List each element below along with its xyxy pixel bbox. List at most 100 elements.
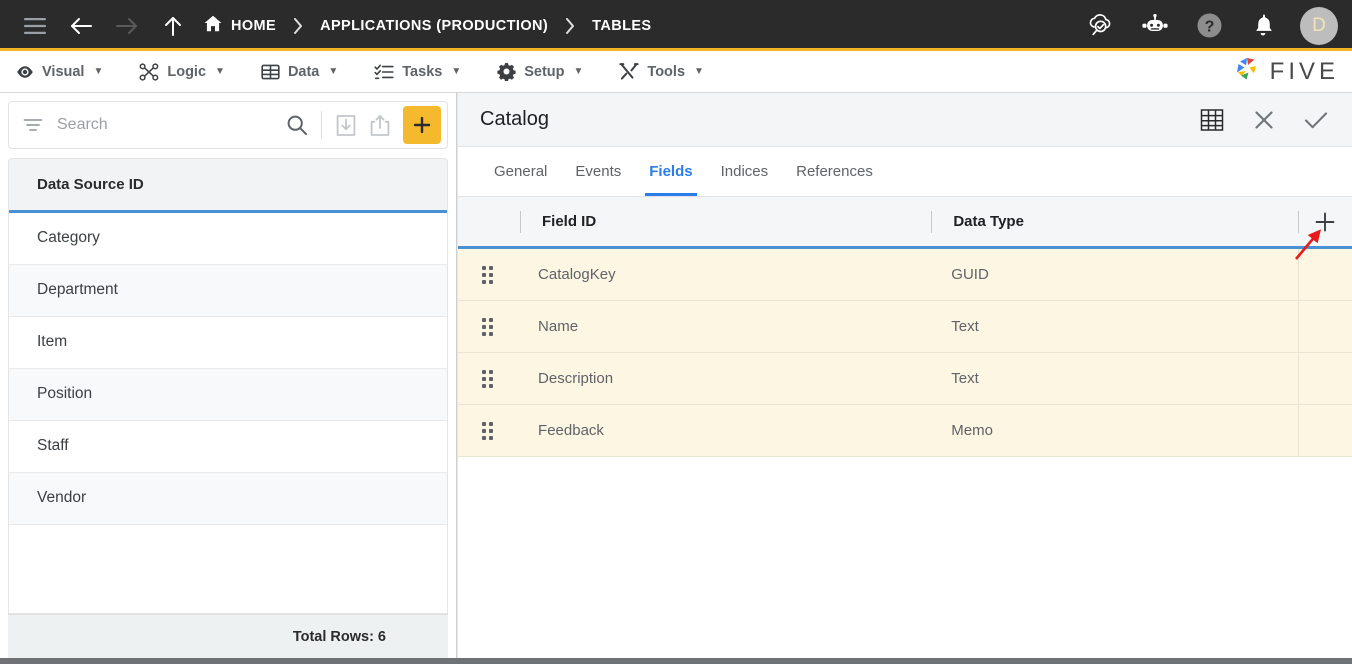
close-icon[interactable] xyxy=(1248,104,1280,136)
chevron-down-icon: ▼ xyxy=(694,66,704,77)
drag-handle-icon[interactable] xyxy=(458,265,516,284)
hamburger-icon[interactable] xyxy=(18,9,52,43)
tab-fields[interactable]: Fields xyxy=(635,147,706,196)
table-row[interactable]: Feedback Memo xyxy=(458,405,1352,457)
breadcrumb-label: TABLES xyxy=(592,17,652,34)
tools-icon xyxy=(619,62,640,81)
breadcrumb: HOME APPLICATIONS (PRODUCTION) TABLES xyxy=(204,15,651,36)
detail-tabs: General Events Fields Indices References xyxy=(458,147,1352,197)
top-navigation-bar: HOME APPLICATIONS (PRODUCTION) TABLES ? … xyxy=(0,0,1352,51)
list-item[interactable]: Department xyxy=(9,264,447,317)
table-row[interactable]: CatalogKey GUID xyxy=(458,249,1352,301)
notifications-bell-icon[interactable] xyxy=(1246,9,1280,43)
brand-name: FIVE xyxy=(1269,57,1339,85)
cell-data-type[interactable]: GUID xyxy=(929,266,1297,283)
menu-item-data[interactable]: Data ▼ xyxy=(261,63,338,81)
list-item[interactable]: Category xyxy=(9,213,447,265)
menu-item-tools[interactable]: Tools ▼ xyxy=(619,62,704,81)
breadcrumb-item-home[interactable]: HOME xyxy=(204,15,276,36)
column-header-field-id[interactable]: Field ID xyxy=(520,197,931,246)
tab-label: General xyxy=(494,163,548,180)
row-actions-cell[interactable] xyxy=(1297,353,1352,404)
table-view-icon[interactable] xyxy=(1196,104,1228,136)
cloud-search-icon[interactable] xyxy=(1084,9,1118,43)
up-arrow-icon[interactable] xyxy=(156,9,190,43)
help-icon[interactable]: ? xyxy=(1192,9,1226,43)
list-item[interactable]: Vendor xyxy=(9,472,447,525)
list-item[interactable]: Staff xyxy=(9,421,447,473)
menu-item-setup[interactable]: Setup ▼ xyxy=(497,62,583,81)
tab-label: Indices xyxy=(720,163,769,180)
export-share-icon[interactable] xyxy=(363,108,397,142)
five-pinwheel-logo-icon xyxy=(1232,55,1262,88)
breadcrumb-item-applications[interactable]: APPLICATIONS (PRODUCTION) xyxy=(320,18,548,34)
eye-icon xyxy=(16,63,34,81)
tab-references[interactable]: References xyxy=(782,147,887,196)
search-input[interactable] xyxy=(57,116,280,134)
add-field-button[interactable] xyxy=(1298,197,1352,246)
horizontal-scrollbar[interactable] xyxy=(0,658,1352,664)
menu-item-tasks[interactable]: Tasks ▼ xyxy=(374,63,461,81)
column-header-data-type[interactable]: Data Type xyxy=(931,197,1298,246)
list-item-label: Position xyxy=(37,385,93,403)
menu-item-label: Setup xyxy=(524,63,565,80)
tab-label: Events xyxy=(575,163,622,180)
cell-field-id[interactable]: Name xyxy=(516,318,929,335)
cell-data-type[interactable]: Text xyxy=(929,370,1297,387)
svg-text:?: ? xyxy=(1204,19,1214,36)
chevron-right-icon xyxy=(293,17,303,34)
search-icon[interactable] xyxy=(280,108,314,142)
drag-handle-icon[interactable] xyxy=(458,421,516,440)
tab-indices[interactable]: Indices xyxy=(707,147,783,196)
list-item-label: Department xyxy=(37,281,118,299)
chevron-down-icon: ▼ xyxy=(328,66,339,77)
tab-events[interactable]: Events xyxy=(561,147,635,196)
row-actions-cell[interactable] xyxy=(1297,249,1352,300)
table-row[interactable]: Description Text xyxy=(458,353,1352,405)
back-arrow-icon[interactable] xyxy=(64,9,98,43)
filter-icon[interactable] xyxy=(21,113,45,137)
chatbot-icon[interactable] xyxy=(1138,9,1172,43)
list-item[interactable]: Item xyxy=(9,317,447,369)
brand-logo: FIVE xyxy=(1232,55,1339,88)
panel-header: Catalog xyxy=(458,93,1352,147)
breadcrumb-item-tables[interactable]: TABLES xyxy=(592,18,651,34)
menu-item-logic[interactable]: Logic ▼ xyxy=(139,62,225,81)
list-item-label: Staff xyxy=(37,437,69,455)
table-row[interactable]: Name Text xyxy=(458,301,1352,353)
cell-field-id[interactable]: Feedback xyxy=(516,422,929,439)
sidebar-toolbar xyxy=(0,93,456,155)
topbar-actions: ? D xyxy=(1084,6,1338,45)
menu-item-label: Data xyxy=(287,63,320,80)
forward-arrow-icon xyxy=(110,9,144,43)
menu-item-label: Tools xyxy=(647,63,686,80)
tab-general[interactable]: General xyxy=(480,147,561,196)
list-item[interactable]: Position xyxy=(9,368,447,421)
cell-data-type[interactable]: Memo xyxy=(929,422,1297,439)
row-actions-cell[interactable] xyxy=(1297,405,1352,456)
cell-data-type[interactable]: Text xyxy=(929,318,1297,335)
chevron-down-icon: ▼ xyxy=(93,66,104,77)
toolbar-divider xyxy=(321,111,322,139)
cell-field-id[interactable]: Description xyxy=(516,370,929,387)
cell-field-id[interactable]: CatalogKey xyxy=(516,266,929,283)
import-download-icon[interactable] xyxy=(329,108,363,142)
main-body: Data Source ID Category Department Item … xyxy=(0,93,1352,658)
add-data-source-button[interactable] xyxy=(403,106,441,144)
fields-grid-body: CatalogKey GUID Name Text Description Te… xyxy=(458,249,1352,658)
avatar[interactable]: D xyxy=(1300,6,1338,45)
drag-handle-icon[interactable] xyxy=(458,369,516,388)
search-box xyxy=(8,101,448,149)
drag-handle-icon[interactable] xyxy=(458,317,516,336)
list-empty-space xyxy=(9,525,447,613)
confirm-check-icon[interactable] xyxy=(1300,104,1332,136)
detail-panel: Catalog General Events Fields Indices Re… xyxy=(457,93,1352,658)
total-rows-label: Total Rows: 6 xyxy=(8,614,448,658)
row-actions-cell[interactable] xyxy=(1297,301,1352,352)
breadcrumb-label: APPLICATIONS (PRODUCTION) xyxy=(320,17,549,34)
table-grid-icon xyxy=(261,63,280,81)
data-source-column-header[interactable]: Data Source ID xyxy=(9,159,447,213)
menu-item-visual[interactable]: Visual ▼ xyxy=(16,63,103,81)
logic-nodes-icon xyxy=(139,62,159,81)
gear-icon xyxy=(497,62,516,81)
